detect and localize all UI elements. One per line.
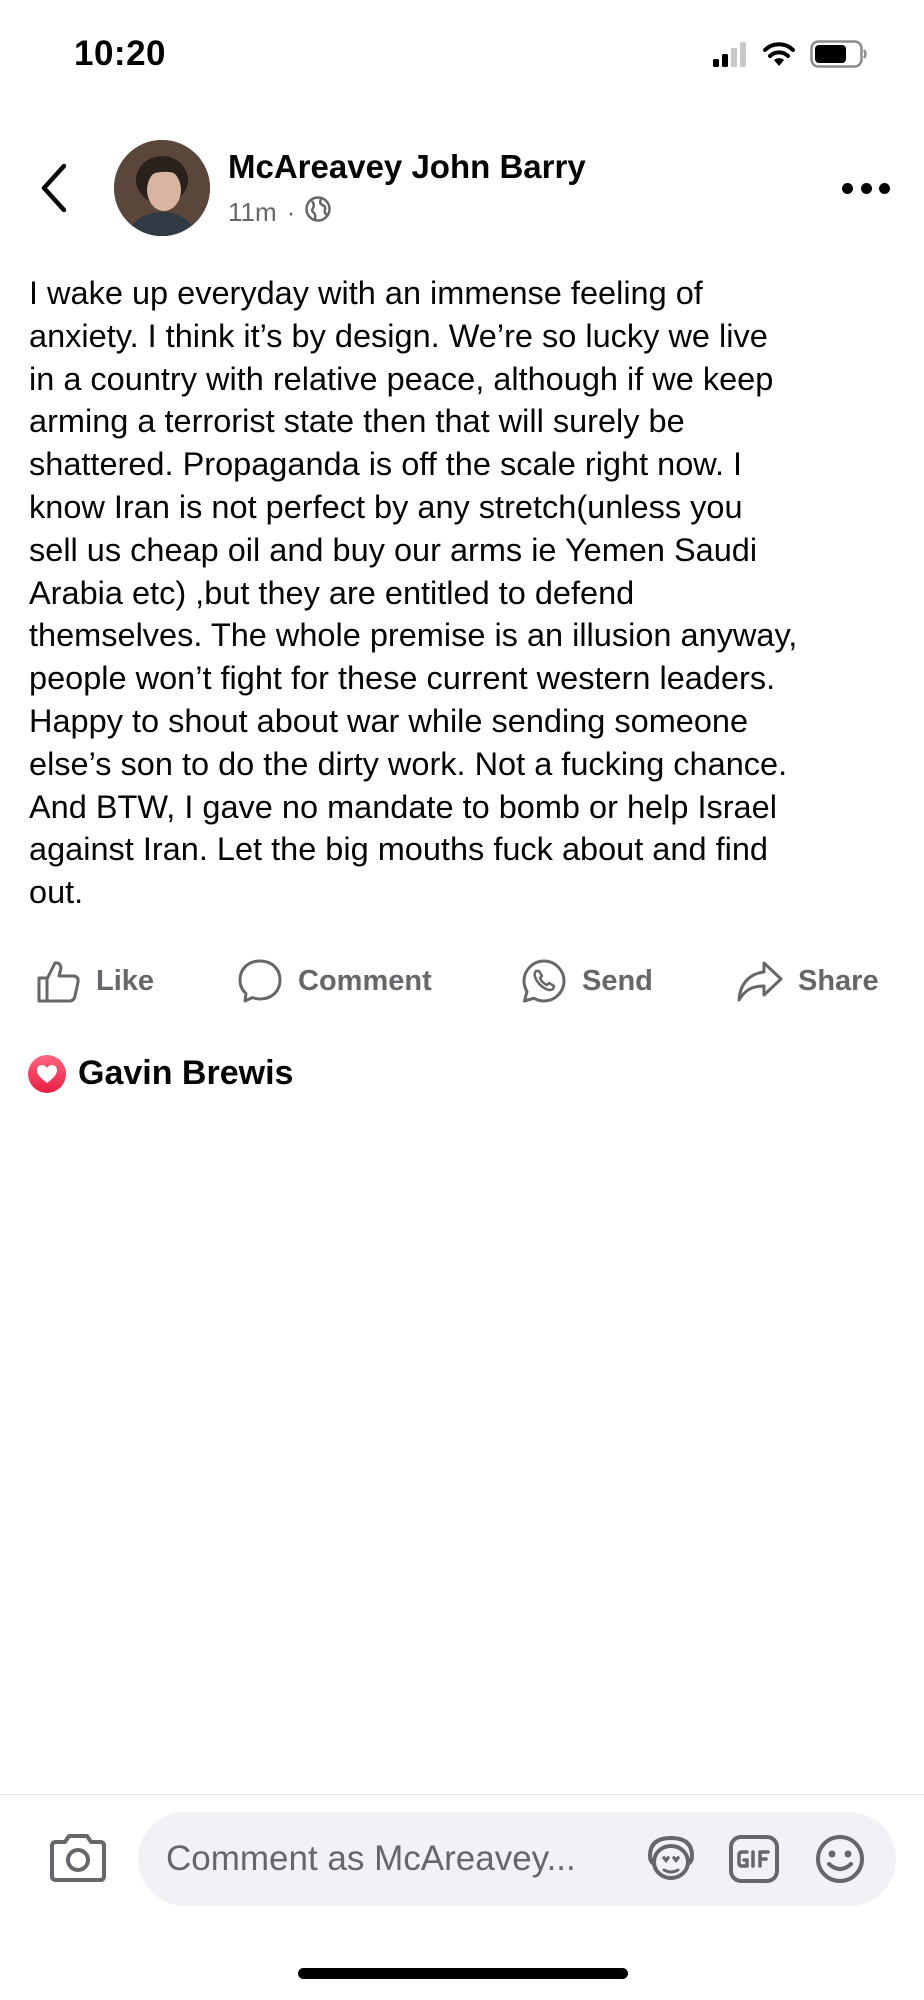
avatar-sticker-button[interactable]: [642, 1834, 700, 1889]
avatar-sticker-icon: [648, 1835, 695, 1880]
share-label: Share: [798, 964, 879, 997]
comment-composer: [138, 1812, 896, 1906]
post-text: I wake up everyday with an immense feeli…: [29, 275, 798, 911]
camera-icon: [50, 1834, 106, 1882]
chevron-left-icon: [41, 163, 67, 213]
cellular-signal-icon: [712, 41, 748, 72]
globe-icon[interactable]: [305, 196, 332, 229]
gif-button[interactable]: [728, 1834, 780, 1889]
comment-button[interactable]: Comment: [236, 956, 432, 1006]
composer-divider: [0, 1794, 924, 1795]
share-button[interactable]: Share: [736, 956, 879, 1006]
wifi-icon: [762, 41, 796, 72]
back-button[interactable]: [36, 160, 72, 216]
author-name[interactable]: McAreavey John Barry: [228, 148, 586, 186]
meta-separator: ·: [286, 197, 296, 227]
more-dot-icon: [860, 182, 872, 194]
author-avatar[interactable]: [114, 140, 210, 236]
more-dot-icon: [879, 182, 890, 194]
smiley-icon: [816, 1835, 864, 1883]
comment-input[interactable]: [166, 1812, 636, 1906]
home-indicator[interactable]: [298, 1968, 628, 1979]
camera-button[interactable]: [48, 1832, 108, 1889]
status-icons: [712, 40, 868, 73]
post-time[interactable]: 11m: [228, 197, 277, 228]
battery-icon: [810, 40, 868, 73]
more-dot-icon: [842, 182, 853, 194]
comment-label: Comment: [298, 964, 432, 997]
gif-icon: [729, 1835, 779, 1883]
more-options-button[interactable]: [842, 180, 890, 196]
whatsapp-icon: [522, 959, 566, 1003]
share-arrow-icon: [737, 961, 783, 1002]
thumbs-up-icon: [37, 961, 80, 1003]
reactions-summary[interactable]: Gavin Brewis: [28, 1054, 293, 1093]
like-label: Like: [96, 964, 155, 997]
emoji-button[interactable]: [814, 1834, 866, 1889]
comment-bubble-icon: [238, 959, 282, 1003]
heart-reaction-icon: [28, 1054, 66, 1093]
send-button[interactable]: Send: [520, 956, 653, 1006]
like-button[interactable]: Like: [36, 956, 154, 1006]
send-label: Send: [582, 964, 653, 997]
status-time: 10:20: [74, 34, 167, 73]
post-meta: 11m ·: [228, 196, 332, 229]
reactor-name: Gavin Brewis: [78, 1054, 294, 1092]
